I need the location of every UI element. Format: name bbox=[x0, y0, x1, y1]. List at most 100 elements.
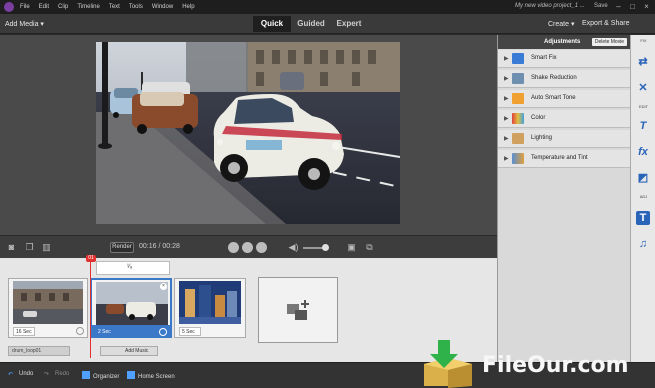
export-share-button[interactable]: Export & Share bbox=[582, 20, 629, 27]
redo-button[interactable]: ↷ Redo bbox=[44, 371, 69, 379]
clip-duration: 16 Sec bbox=[13, 327, 35, 336]
app-logo-icon bbox=[4, 2, 14, 12]
adjustment-color[interactable]: ▶ Color bbox=[498, 110, 631, 128]
timeline-clip-selected[interactable]: × 2 Sec bbox=[90, 278, 172, 338]
menu-file[interactable]: File bbox=[20, 4, 30, 10]
timeline-clip[interactable]: 16 Sec bbox=[8, 278, 88, 338]
organizer-button[interactable]: Organizer bbox=[82, 371, 119, 380]
rail-adj-label: ADJ bbox=[639, 194, 648, 199]
copy-icon[interactable]: ❐ bbox=[24, 242, 35, 253]
smart-tone-icon bbox=[512, 93, 524, 104]
adjustment-lighting[interactable]: ▶ Lighting bbox=[498, 130, 631, 148]
adjustment-label: Auto Smart Tone bbox=[531, 95, 576, 101]
trash-icon[interactable]: ▥ bbox=[41, 242, 52, 253]
expand-arrow-icon: ▶ bbox=[504, 76, 509, 82]
adjustment-label: Shake Reduction bbox=[531, 75, 577, 81]
redo-icon: ↷ bbox=[44, 372, 50, 378]
adjustment-label: Color bbox=[531, 115, 546, 121]
menu-text[interactable]: Text bbox=[109, 4, 120, 10]
delete-movie-button[interactable]: Delete Movie bbox=[592, 38, 627, 46]
drop-media-icon bbox=[287, 300, 309, 320]
mode-bar: Add Media ▾ Quick Guided Expert Create ▾… bbox=[0, 14, 655, 34]
tools-icon[interactable]: ✕ bbox=[636, 81, 650, 95]
video-preview[interactable] bbox=[96, 42, 400, 224]
minimize-icon[interactable]: – bbox=[614, 2, 623, 11]
tab-quick[interactable]: Quick bbox=[253, 16, 291, 32]
render-button[interactable]: Render bbox=[110, 242, 134, 253]
project-title: My new video project_1 ... bbox=[515, 3, 585, 9]
close-icon[interactable]: × bbox=[642, 2, 651, 11]
adjustment-label: Temperature and Tint bbox=[531, 155, 588, 161]
rewind-icon[interactable] bbox=[228, 242, 239, 253]
adjustments-header: Adjustments Delete Movie bbox=[498, 35, 631, 49]
add-media-drop-zone[interactable] bbox=[258, 277, 338, 343]
add-media-button[interactable]: Add Media ▾ bbox=[5, 20, 44, 28]
create-button[interactable]: Create ▾ bbox=[548, 20, 574, 28]
timeline-clip[interactable]: 5 Sec bbox=[174, 278, 246, 338]
clip-duration: 2 Sec bbox=[96, 328, 118, 337]
rail-fix-label: FIX bbox=[640, 38, 647, 43]
titles-icon[interactable]: T bbox=[636, 119, 650, 133]
music-icon[interactable]: ♫ bbox=[636, 237, 650, 251]
undo-button[interactable]: ↶ Undo bbox=[8, 371, 33, 379]
audio-track-label: drum_loop01 bbox=[8, 346, 70, 356]
timeline-ruler[interactable]: ¹⁄₈ bbox=[96, 261, 170, 275]
temperature-icon bbox=[512, 153, 524, 164]
menu-tools[interactable]: Tools bbox=[129, 4, 143, 10]
undo-label: Undo bbox=[19, 371, 34, 377]
ruler-marker: ¹⁄₈ bbox=[127, 264, 133, 270]
home-screen-button[interactable]: Home Screen bbox=[127, 371, 175, 380]
organizer-label: Organizer bbox=[93, 374, 120, 380]
text-icon[interactable]: T bbox=[636, 211, 650, 225]
clip-thumbnail bbox=[179, 281, 241, 324]
transitions-icon[interactable]: ◩ bbox=[636, 171, 650, 185]
expand-arrow-icon: ▶ bbox=[504, 56, 509, 62]
save-button[interactable]: Save bbox=[594, 3, 608, 9]
color-icon bbox=[512, 113, 524, 124]
expand-arrow-icon: ▶ bbox=[504, 156, 509, 162]
organizer-icon bbox=[82, 371, 90, 379]
effects-icon[interactable]: fx bbox=[636, 145, 650, 159]
camera-icon[interactable]: ◙ bbox=[6, 242, 17, 253]
adjustment-label: Smart Fix bbox=[531, 55, 557, 61]
adjustment-label: Lighting bbox=[531, 135, 553, 141]
gear-icon[interactable] bbox=[76, 327, 84, 335]
menu-edit[interactable]: Edit bbox=[39, 4, 49, 10]
menu-timeline[interactable]: Timeline bbox=[77, 4, 99, 10]
menu-window[interactable]: Window bbox=[152, 4, 173, 10]
fit-to-screen-icon[interactable]: ▣ bbox=[346, 242, 357, 253]
fast-forward-icon[interactable] bbox=[256, 242, 267, 253]
add-music-button[interactable]: Add Music bbox=[100, 346, 158, 356]
adjustment-smart-fix[interactable]: ▶ Smart Fix bbox=[498, 50, 631, 68]
expand-arrow-icon: ▶ bbox=[504, 136, 509, 142]
adjustment-auto-smart-tone[interactable]: ▶ Auto Smart Tone bbox=[498, 90, 631, 108]
volume-slider-knob[interactable] bbox=[322, 244, 329, 251]
menu-clip[interactable]: Clip bbox=[58, 4, 68, 10]
home-screen-label: Home Screen bbox=[138, 374, 175, 380]
playhead-marker[interactable]: 01 bbox=[86, 255, 96, 262]
home-icon bbox=[127, 371, 135, 379]
timecode: 00:16 / 00:28 bbox=[139, 243, 180, 250]
clip-thumbnail bbox=[96, 282, 168, 325]
transport-bar: ◙ ❐ ▥ Render 00:16 / 00:28 ◀) ▣ ⧉ bbox=[0, 235, 497, 258]
rail-edit-label: EDIT bbox=[638, 104, 649, 109]
playhead-line[interactable] bbox=[90, 262, 91, 358]
adjustment-shake-reduction[interactable]: ▶ Shake Reduction bbox=[498, 70, 631, 88]
gear-icon[interactable] bbox=[159, 328, 167, 336]
volume-icon[interactable]: ◀) bbox=[288, 242, 299, 253]
lighting-icon bbox=[512, 133, 524, 144]
play-icon[interactable] bbox=[242, 242, 253, 253]
adjust-icon[interactable]: ⇄ bbox=[636, 55, 650, 69]
smart-fix-icon bbox=[512, 53, 524, 64]
maximize-icon[interactable]: □ bbox=[628, 2, 637, 11]
adjustment-temperature-tint[interactable]: ▶ Temperature and Tint bbox=[498, 150, 631, 168]
menu-bar: File Edit Clip Timeline Text Tools Windo… bbox=[0, 0, 655, 14]
watermark-logo: FileOur.com bbox=[418, 336, 655, 388]
tab-guided[interactable]: Guided bbox=[293, 16, 329, 32]
remove-clip-icon[interactable]: × bbox=[160, 283, 167, 290]
tab-expert[interactable]: Expert bbox=[331, 16, 367, 32]
shake-reduction-icon bbox=[512, 73, 524, 84]
fullscreen-icon[interactable]: ⧉ bbox=[364, 242, 375, 253]
undo-icon: ↶ bbox=[8, 372, 14, 378]
menu-help[interactable]: Help bbox=[182, 4, 194, 10]
